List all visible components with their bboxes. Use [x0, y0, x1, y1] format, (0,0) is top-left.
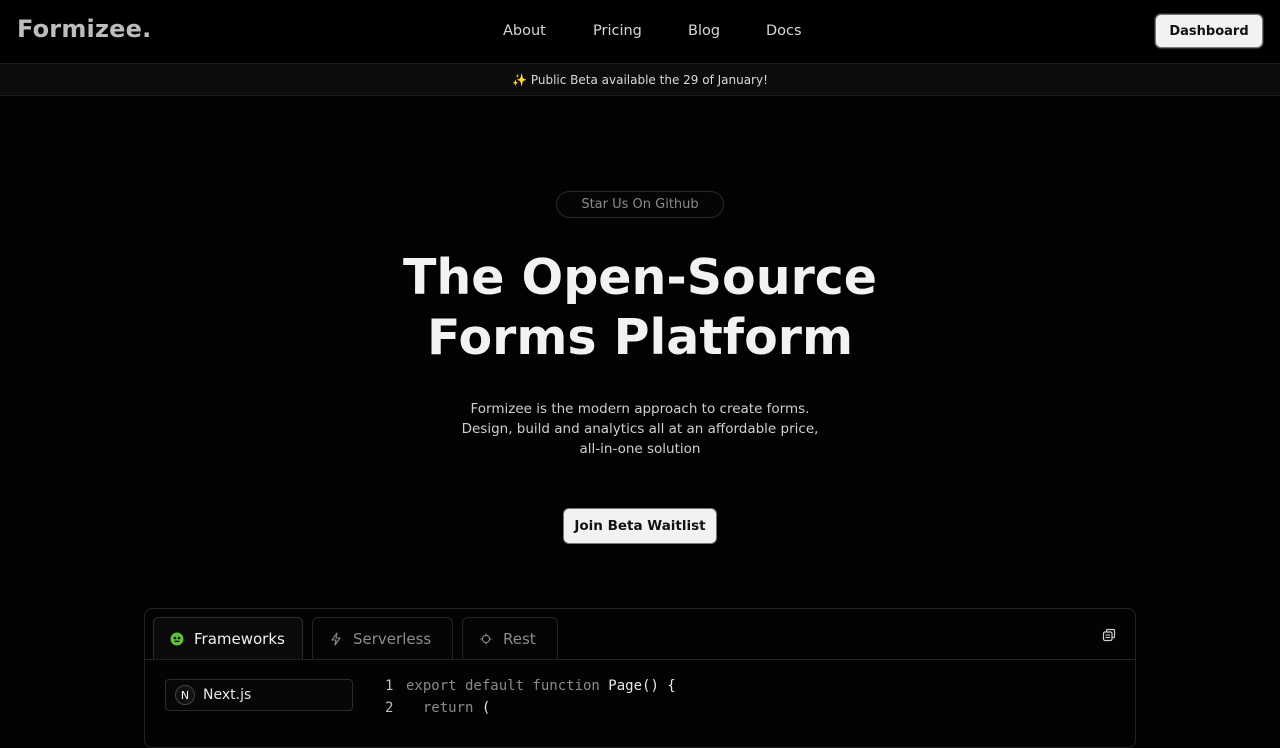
- code-text: Page() {: [608, 678, 676, 694]
- top-navbar: Formizee. About Pricing Blog Docs Dashbo…: [0, 0, 1280, 64]
- framework-icon: [170, 632, 184, 646]
- code-tabs: Frameworks Serverless Rest: [145, 609, 1135, 660]
- code-text: (: [481, 700, 491, 716]
- code-line: 1 export default function Page() {: [385, 675, 676, 697]
- copy-icon[interactable]: [1102, 628, 1118, 644]
- github-star-badge[interactable]: Star Us On Github: [556, 191, 724, 218]
- hero-title-line-1: The Open-Source: [402, 249, 878, 306]
- main-nav: About Pricing Blog Docs: [0, 23, 1280, 43]
- code-block: 1 export default function Page() { 2 retu…: [385, 675, 676, 719]
- nav-docs-link[interactable]: Docs: [766, 23, 802, 39]
- code-line: 2 return (: [385, 697, 676, 719]
- hero-subtitle-line-1: Formizee is the modern approach to creat…: [470, 401, 810, 417]
- nav-blog-link[interactable]: Blog: [688, 23, 720, 39]
- tab-frameworks-label: Frameworks: [194, 629, 285, 648]
- tab-frameworks[interactable]: Frameworks: [153, 617, 303, 659]
- code-keyword: export default function: [406, 678, 609, 694]
- hero-subtitle: Formizee is the modern approach to creat…: [400, 399, 880, 459]
- line-number: 1: [385, 678, 394, 694]
- hero-subtitle-line-2: Design, build and analytics all at an af…: [461, 421, 819, 437]
- nav-pricing-link[interactable]: Pricing: [593, 23, 642, 39]
- code-example-panel: Frameworks Serverless Rest N Next.js 1 ex…: [144, 608, 1136, 748]
- tab-rest-label: Rest: [503, 629, 536, 648]
- tab-serverless-label: Serverless: [353, 629, 432, 648]
- gear-icon: [479, 632, 493, 646]
- lightning-icon: [329, 631, 343, 646]
- framework-item-nextjs[interactable]: N Next.js: [165, 679, 353, 711]
- nav-about-link[interactable]: About: [503, 23, 546, 39]
- tab-serverless[interactable]: Serverless: [312, 617, 453, 659]
- hero-title: The Open-Source Forms Platform: [340, 248, 940, 368]
- framework-item-label: Next.js: [203, 687, 252, 703]
- announcement-banner: ✨ Public Beta available the 29 of Januar…: [0, 64, 1280, 96]
- hero-title-line-2: Forms Platform: [427, 309, 853, 366]
- dashboard-button[interactable]: Dashboard: [1155, 14, 1263, 48]
- code-keyword: return: [406, 700, 482, 716]
- line-number: 2: [385, 700, 394, 716]
- join-waitlist-button[interactable]: Join Beta Waitlist: [563, 508, 717, 544]
- nextjs-icon: N: [175, 685, 195, 705]
- hero-subtitle-line-3: all-in-one solution: [579, 441, 701, 457]
- tab-rest[interactable]: Rest: [462, 617, 558, 659]
